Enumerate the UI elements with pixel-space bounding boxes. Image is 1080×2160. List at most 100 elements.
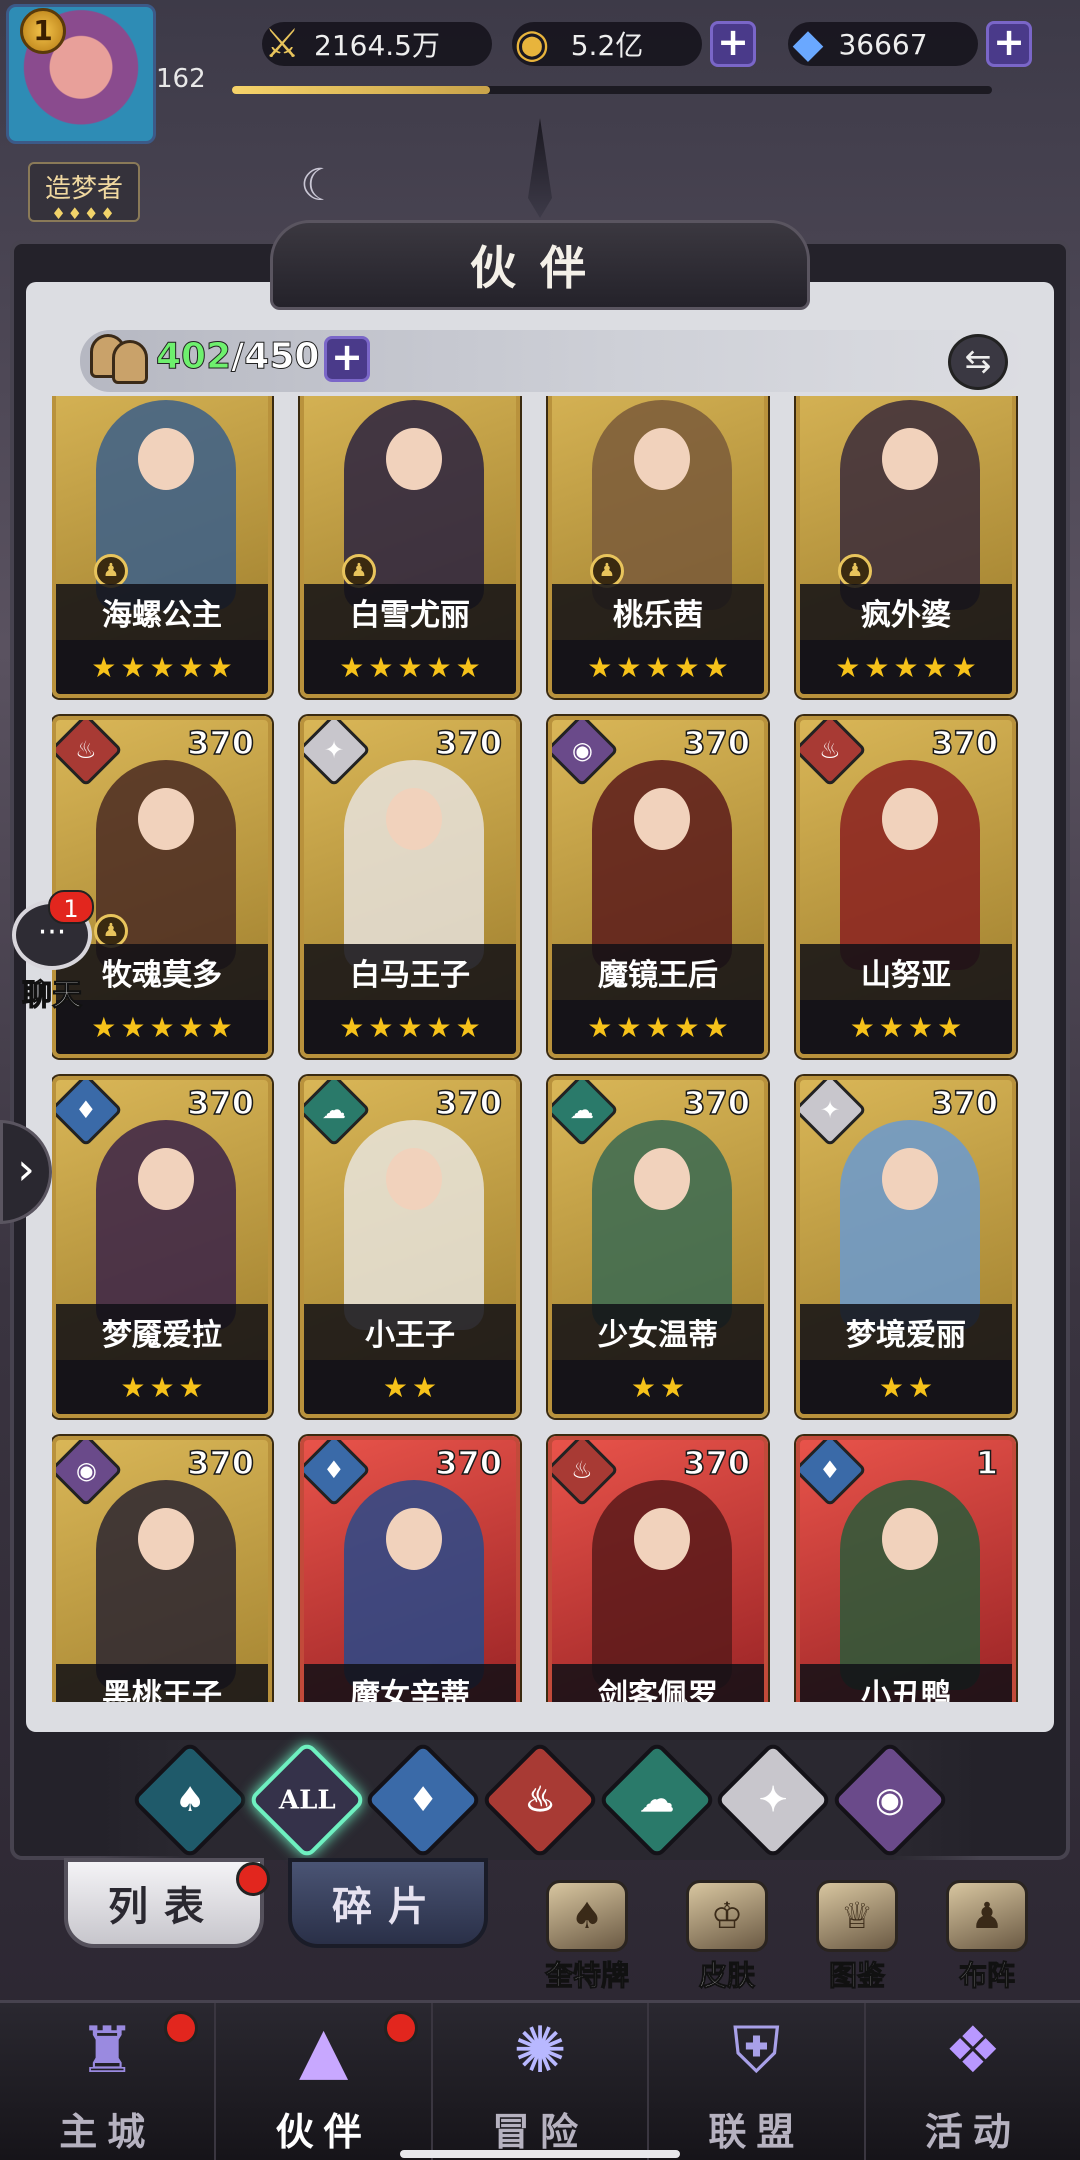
cards-icon: ❖ — [944, 2014, 1002, 2088]
partner-card[interactable]: ♦1小丑鸭★★★★★ — [796, 1436, 1016, 1702]
partner-card[interactable]: ◉370黑桃王子★★ — [52, 1436, 272, 1702]
partner-stars: ★ ★ ★ — [56, 1360, 268, 1414]
rank-pawn-icon: ♟ — [838, 554, 872, 588]
partner-level: 370 — [930, 1083, 998, 1123]
nav-main-city[interactable]: ♜ 主城 — [0, 2003, 217, 2160]
partner-card[interactable]: ♨370剑客佩罗★★★★★ — [548, 1436, 768, 1702]
star-icon: ★ — [120, 1370, 146, 1404]
player-level-badge: 1 — [20, 8, 66, 54]
nav-main-city-label: 主城 — [59, 2109, 156, 2154]
partner-card[interactable]: ✦ 370 白马王子 ★ ★ ★ ★ ★ — [300, 716, 520, 1058]
chat-button[interactable]: ··· 聊天 1 — [4, 890, 100, 1014]
star-icon: ★ — [178, 1370, 204, 1404]
star-icon: ★ — [674, 1010, 700, 1044]
partner-face — [386, 428, 442, 490]
filter-dark[interactable]: ♠ — [130, 1740, 250, 1860]
star-icon: ★ — [339, 1010, 365, 1044]
partner-face — [386, 788, 442, 850]
player-title-plate[interactable]: 造梦者 ♦♦♦♦ — [28, 162, 140, 223]
fire-element-icon: ♨ — [524, 1779, 556, 1820]
filter-void[interactable]: ◉ — [830, 1740, 950, 1860]
nav-events[interactable]: ❖ 活动 — [866, 2003, 1080, 2160]
filter-fire[interactable]: ♨ — [480, 1740, 600, 1860]
partner-card[interactable]: ◉ 370 魔镜王后 ★ ★ ★ ★ ★ — [548, 716, 768, 1058]
partner-card[interactable]: ♟ 疯外婆 ★ ★ ★ ★ ★ — [796, 396, 1016, 698]
star-icon: ★ — [397, 650, 423, 684]
water-element-icon: ♦ — [408, 1779, 439, 1820]
filter-wind[interactable]: ☁ — [597, 1740, 717, 1860]
partner-stars: ★ ★ ★ ★ ★ — [552, 640, 764, 694]
star-icon: ★ — [382, 1370, 408, 1404]
chat-label: 聊天 — [22, 978, 83, 1014]
sort-toggle-button[interactable]: ⇆ — [948, 334, 1008, 390]
partner-card[interactable]: ♟ 白雪尤丽 ★ ★ ★ ★ ★ — [300, 396, 520, 698]
partner-card[interactable]: ♦ 370 梦魇爱拉 ★ ★ ★ — [52, 1076, 272, 1418]
partner-card[interactable]: ♟ 海螺公主 ★ ★ ★ ★ ★ — [52, 396, 272, 698]
partner-card[interactable]: ♨ 370 山努亚 ★ ★ ★ ★ — [796, 716, 1016, 1058]
exp-bar — [232, 86, 992, 94]
star-icon: ★ — [616, 1010, 642, 1044]
portal-icon: ✺ — [513, 2014, 567, 2088]
nav-partners[interactable]: ▲ 伙伴 — [216, 2003, 433, 2160]
outfit-icon: ♔ — [686, 1880, 768, 1952]
star-icon: ★ — [908, 1010, 934, 1044]
formation-button[interactable]: ♟ 布阵 — [932, 1880, 1042, 1993]
star-icon: ★ — [893, 650, 919, 684]
star-icon: ★ — [455, 650, 481, 684]
nav-alliance[interactable]: ⛨ 联盟 — [649, 2003, 866, 2160]
nav-adventure[interactable]: ✺ 冒险 — [433, 2003, 650, 2160]
star-icon: ★ — [149, 650, 175, 684]
partner-name: 白马王子 — [304, 944, 516, 1000]
partner-level: 370 — [434, 1443, 502, 1483]
add-gold-button[interactable]: + — [710, 21, 756, 67]
partner-stars: ★ ★ ★ ★ ★ — [56, 640, 268, 694]
star-icon: ★ — [426, 1010, 452, 1044]
star-icon: ★ — [149, 1370, 175, 1404]
partner-level: 370 — [434, 1083, 502, 1123]
panel-title: 伙伴 — [270, 220, 810, 310]
star-icon: ★ — [849, 1010, 875, 1044]
coin-icon: ◉ — [514, 21, 550, 67]
tab-list[interactable]: 列表 — [64, 1858, 264, 1948]
partner-card[interactable]: ♟ 桃乐茜 ★ ★ ★ ★ ★ — [548, 396, 768, 698]
partner-card[interactable]: ♦370魔女辛蒂★★★★★ — [300, 1436, 520, 1702]
nav-adventure-label: 冒险 — [492, 2109, 589, 2154]
filter-all-label: ALL — [278, 1785, 336, 1815]
codex-label: 图鉴 — [828, 1959, 885, 1993]
diamond-icon: ◆ — [792, 21, 824, 67]
tarot-cards-button[interactable]: ♠ 奎特牌 — [532, 1880, 642, 1993]
nav-main-city-badge — [164, 2011, 198, 2045]
expand-capacity-button[interactable]: + — [324, 336, 370, 382]
partner-face — [138, 1148, 194, 1210]
add-gem-button[interactable]: + — [986, 21, 1032, 67]
partner-level: 370 — [186, 1443, 254, 1483]
filter-all[interactable]: ALL — [247, 1740, 367, 1860]
star-icon: ★ — [703, 650, 729, 684]
partner-card[interactable]: ☁ 370 小王子 ★ ★ — [300, 1076, 520, 1418]
dark-element-icon: ♠ — [174, 1779, 206, 1820]
star-icon: ★ — [368, 1010, 394, 1044]
nav-alliance-label: 联盟 — [708, 2109, 805, 2154]
partner-stars: ★ ★ — [800, 1360, 1012, 1414]
partner-grid-viewport[interactable]: ♟ 海螺公主 ★ ★ ★ ★ ★ ♟ 白雪尤丽 ★ ★ ★ ★ ★ ♟ 桃乐茜 ★ ★ ★ ★ ★ ♟ 疯外婆 ★ ★ ★ ★ ★ ♨ 3… — [52, 396, 1032, 1702]
bottom-nav: ♜ 主城 ▲ 伙伴 ✺ 冒险 ⛨ 联盟 ❖ 活动 — [0, 2000, 1080, 2160]
partner-card[interactable]: ☁ 370 少女温蒂 ★ ★ — [548, 1076, 768, 1418]
partner-name: 山努亚 — [800, 944, 1012, 1000]
partner-face — [634, 788, 690, 850]
tarot-cards-label: 奎特牌 — [544, 1959, 629, 1993]
tab-fragments[interactable]: 碎片 — [288, 1858, 488, 1948]
partner-face — [138, 428, 194, 490]
star-icon: ★ — [616, 650, 642, 684]
filter-water[interactable]: ♦ — [363, 1740, 483, 1860]
partner-name: 小丑鸭 — [800, 1664, 1012, 1702]
star-icon: ★ — [412, 1370, 438, 1404]
partner-level: 370 — [682, 1443, 750, 1483]
partner-card[interactable]: ✦ 370 梦境爱丽 ★ ★ — [796, 1076, 1016, 1418]
partner-face — [634, 1148, 690, 1210]
filter-light[interactable]: ✦ — [713, 1740, 833, 1860]
codex-button[interactable]: ♕ 图鉴 — [802, 1880, 912, 1993]
partner-face — [138, 1508, 194, 1570]
skins-button[interactable]: ♔ 皮肤 — [672, 1880, 782, 1993]
partner-stars: ★ ★ — [552, 1360, 764, 1414]
formation-label: 布阵 — [958, 1959, 1015, 1993]
